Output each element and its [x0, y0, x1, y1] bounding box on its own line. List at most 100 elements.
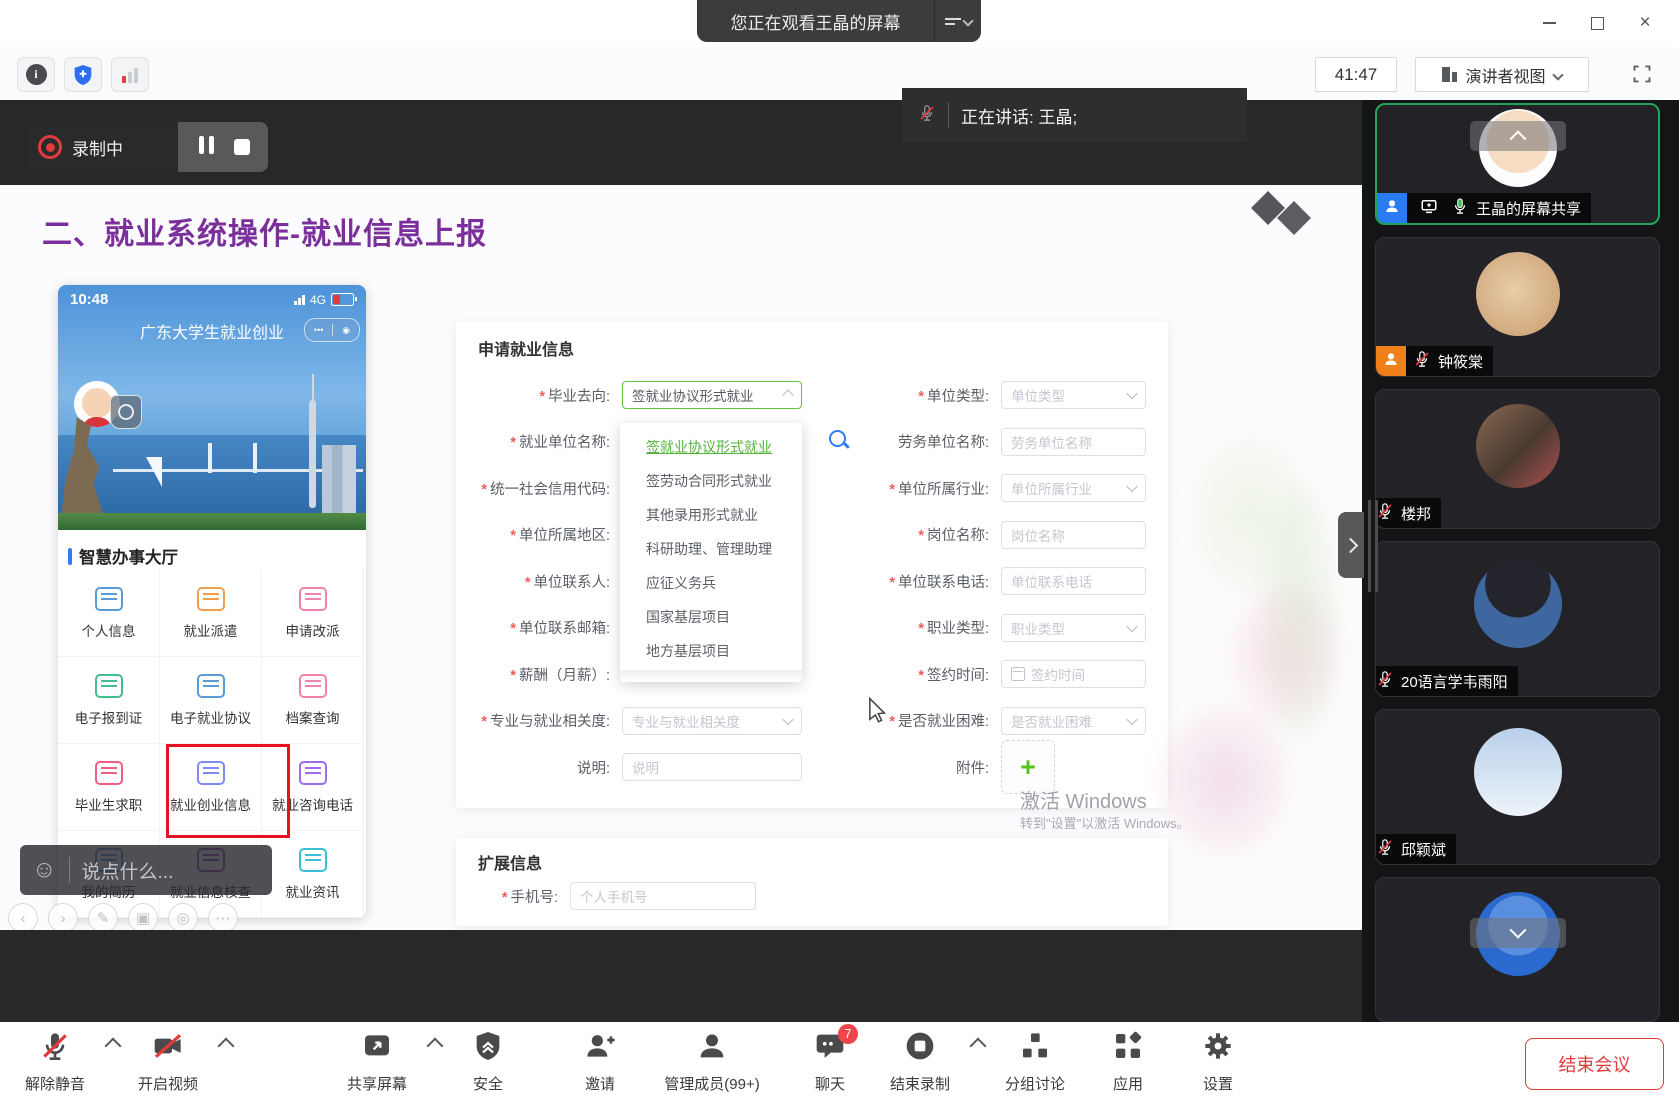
field-input[interactable]: 劳务单位名称 — [1001, 428, 1146, 456]
avatar — [1474, 728, 1562, 816]
form-row: *签约时间:签约时间 — [786, 660, 1146, 688]
field-label: *单位所属行业: — [786, 478, 995, 499]
dropdown-option[interactable]: 国家基层项目 — [620, 600, 802, 634]
fullscreen-icon — [1632, 64, 1652, 84]
participant-namebar: 楼邦 — [1376, 498, 1441, 528]
pages-button[interactable]: ▣ — [128, 903, 158, 930]
graduation-destination-dropdown: 签就业协议形式就业签劳动合同形式就业其他录用形式就业科研助理、管理助理应征义务兵… — [620, 423, 802, 682]
field-input[interactable]: 岗位名称 — [1001, 521, 1146, 549]
screen-share-icon — [1420, 197, 1438, 219]
field-select[interactable]: 单位类型 — [1001, 381, 1146, 409]
phone-grid-item[interactable]: 个人信息 — [58, 570, 160, 657]
phone-grid-item[interactable]: 就业资讯 — [262, 831, 364, 918]
stop-recording-button[interactable] — [234, 139, 250, 155]
participant-tile[interactable]: 钟筱棠 — [1375, 237, 1660, 377]
form-row: *单位联系人: — [456, 567, 616, 595]
network-quality-button[interactable] — [111, 57, 149, 92]
form-row: *就业单位名称: — [456, 428, 616, 456]
toolbar-item-members[interactable]: 管理成员(99+) — [647, 1030, 777, 1094]
participant-tile[interactable]: 楼邦 — [1375, 389, 1660, 529]
form-row: *单位联系电话:单位联系电话 — [786, 567, 1146, 595]
banner-menu-button[interactable] — [934, 0, 981, 42]
apps-icon — [1112, 1030, 1144, 1067]
end-meeting-button[interactable]: 结束会议 — [1525, 1038, 1664, 1090]
toolbar-item-invite-user[interactable]: 邀请 — [535, 1030, 665, 1094]
service-icon — [197, 587, 225, 611]
miniprogram-capsule[interactable]: ••• ◉ — [304, 318, 360, 342]
graduation-destination-select[interactable]: 签就业协议形式就业 — [622, 381, 802, 409]
expand-up-button[interactable] — [1470, 121, 1566, 151]
chat-input-overlay[interactable]: ☺ 说点什么... — [20, 845, 272, 895]
sidebar-resize-grip[interactable] — [1368, 500, 1371, 592]
magnifier-button[interactable]: ◎ — [168, 903, 198, 930]
participant-tile[interactable]: 20语言学韦雨阳 — [1375, 541, 1660, 697]
field-placeholder: 岗位名称 — [1011, 525, 1065, 545]
close-button[interactable]: × — [1628, 8, 1662, 38]
toolbar-item-label: 安全 — [473, 1073, 503, 1094]
phone-grid-item[interactable]: 电子报到证 — [58, 657, 160, 744]
toolbar-item-mic-muted[interactable]: 解除静音 — [0, 1030, 120, 1094]
meeting-timer: 41:47 — [1315, 57, 1397, 92]
sidebar-collapse-handle[interactable] — [1338, 512, 1364, 578]
participant-tile[interactable] — [1375, 877, 1660, 1022]
field-label: *职业类型: — [786, 617, 995, 638]
field-placeholder: 劳务单位名称 — [1011, 432, 1092, 452]
field-select[interactable]: 单位所属行业 — [1001, 474, 1146, 502]
dropdown-option[interactable]: 科研助理、管理助理 — [620, 532, 802, 566]
select-value: 签就业协议形式就业 — [632, 385, 754, 405]
next-arrow-button[interactable]: › — [48, 903, 78, 930]
phone-number-field[interactable]: 个人手机号 — [570, 882, 756, 910]
slide-heading: 二、就业系统操作-就业信息上报 — [42, 209, 487, 253]
field-placeholder: 说明 — [632, 757, 659, 777]
pause-recording-button[interactable] — [196, 136, 216, 159]
field-input[interactable]: 说明 — [622, 753, 802, 781]
security-shield-icon — [472, 1030, 504, 1067]
phone-grid-item[interactable]: 档案查询 — [262, 657, 364, 744]
maximize-button[interactable] — [1580, 8, 1614, 38]
participant-tile[interactable]: 王晶的屏幕共享 — [1375, 103, 1660, 225]
recording-dot-icon — [38, 135, 62, 159]
form-row: 附件:+ — [786, 753, 1055, 781]
phone-grid-item[interactable]: 毕业生求职 — [58, 744, 160, 831]
participant-name: 20语言学韦雨阳 — [1401, 671, 1508, 692]
health-shield-button[interactable] — [64, 57, 102, 92]
participant-tile[interactable]: 邱颖斌 — [1375, 709, 1660, 865]
toolbar-item-stop-recording[interactable]: 结束录制 — [855, 1030, 985, 1094]
more-button[interactable]: ⋯ — [208, 903, 238, 930]
dropdown-option[interactable]: 签劳动合同形式就业 — [620, 464, 802, 498]
phone-grid-item[interactable]: 申请改派 — [262, 570, 364, 657]
dropdown-option[interactable]: 地方基层项目 — [620, 634, 802, 668]
fullscreen-button[interactable] — [1625, 58, 1659, 89]
view-mode-button[interactable]: 演讲者视图 — [1415, 57, 1589, 92]
toolbar-item-settings-gear[interactable]: 设置 — [1153, 1030, 1283, 1094]
field-select[interactable]: 是否就业困难 — [1001, 707, 1146, 735]
form-row: *职业类型: 职业类型 — [786, 614, 1146, 642]
dropdown-option[interactable]: 其他录用形式就业 — [620, 498, 802, 532]
participant-name: 王晶的屏幕共享 — [1476, 198, 1581, 219]
expand-down-button[interactable] — [1470, 918, 1566, 948]
phone-grid-item[interactable]: 就业派遣 — [160, 570, 262, 657]
phone-grid-item[interactable]: 电子就业协议 — [160, 657, 262, 744]
toolbar-item-label: 共享屏幕 — [347, 1073, 407, 1094]
participant-namebar: 钟筱棠 — [1376, 346, 1493, 376]
toolbar-item-camera-off[interactable]: 开启视频 — [103, 1030, 233, 1094]
toolbar-item-security-shield[interactable]: 安全 — [423, 1030, 553, 1094]
camera-off-icon — [152, 1030, 184, 1067]
field-select[interactable]: 职业类型 — [1001, 614, 1146, 642]
field-input[interactable]: 单位联系电话 — [1001, 567, 1146, 595]
field-select[interactable]: 专业与就业相关度 — [622, 707, 802, 735]
minimize-button[interactable] — [1532, 8, 1566, 38]
sidebar-resize-grip[interactable] — [1375, 500, 1378, 592]
field-label-text: 职业类型: — [927, 621, 989, 637]
service-icon — [299, 674, 327, 698]
dropdown-option[interactable]: 应征义务兵 — [620, 566, 802, 600]
date-field[interactable]: 签约时间 — [1001, 660, 1146, 688]
annotate-pen-button[interactable]: ✎ — [88, 903, 118, 930]
field-label: *是否就业困难: — [786, 710, 995, 731]
prev-arrow-button[interactable]: ‹ — [8, 903, 38, 930]
member-badge-icon — [1376, 346, 1406, 376]
meeting-info-button[interactable]: i — [17, 57, 55, 92]
field-label-text: 单位所属行业: — [898, 482, 989, 498]
search-icon[interactable] — [828, 429, 850, 451]
dropdown-option[interactable]: 签就业协议形式就业 — [620, 430, 802, 464]
